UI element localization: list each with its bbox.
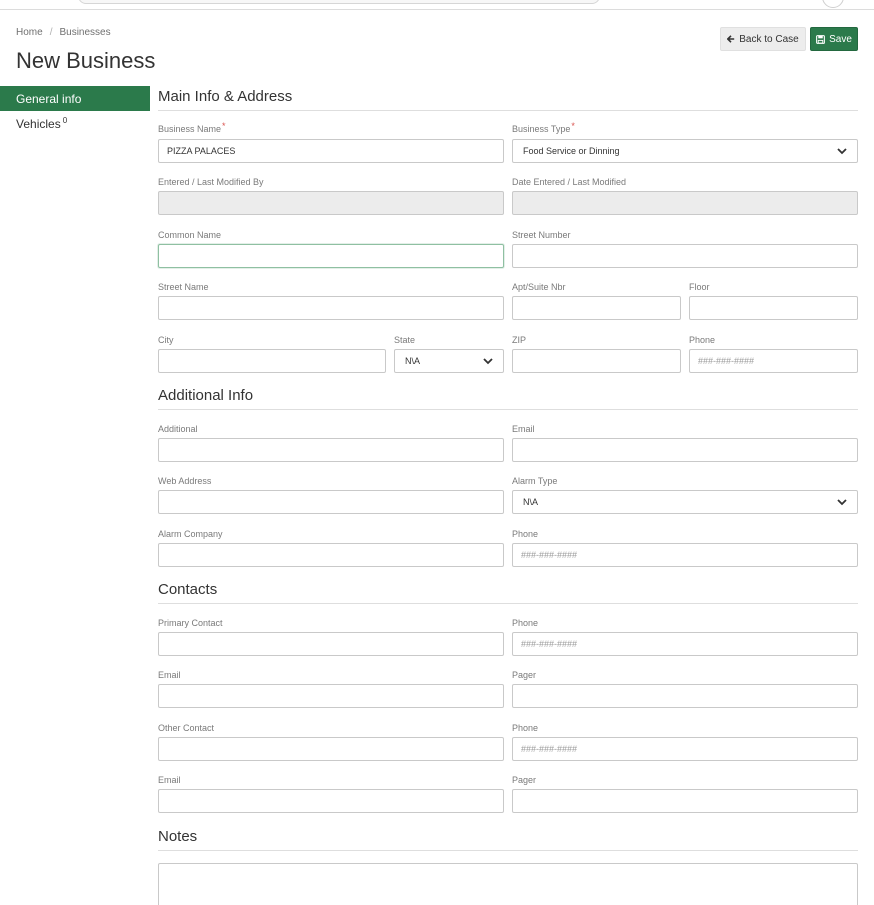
other-phone-label: Phone	[512, 723, 539, 733]
other-email-label: Email	[158, 775, 181, 785]
floor-input[interactable]	[689, 296, 858, 320]
other-pager-input[interactable]	[512, 789, 858, 813]
section-main-info: Main Info & Address	[158, 88, 858, 111]
phone-label: Phone	[689, 335, 716, 345]
street-number-label: Street Number	[512, 230, 571, 240]
zip-label: ZIP	[512, 335, 527, 345]
alarm-type-label: Alarm Type	[512, 476, 558, 486]
arrow-left-icon	[727, 35, 735, 43]
state-label: State	[394, 335, 416, 345]
back-to-case-button[interactable]: Back to Case	[720, 27, 806, 51]
date-entered-field	[512, 191, 858, 215]
primary-email-input[interactable]	[158, 684, 504, 708]
other-phone-input[interactable]: ###-###-####	[512, 737, 858, 761]
primary-contact-label: Primary Contact	[158, 618, 223, 628]
breadcrumb: Home / Businesses	[16, 27, 111, 38]
breadcrumb-separator: /	[49, 27, 53, 38]
additional-input[interactable]	[158, 438, 504, 462]
other-contact-input[interactable]	[158, 737, 504, 761]
primary-contact-input[interactable]	[158, 632, 504, 656]
additional-label: Additional	[158, 424, 198, 434]
phone-input[interactable]: ###-###-####	[689, 349, 858, 373]
alarm-type-select[interactable]: N\A	[512, 490, 858, 514]
primary-pager-label: Pager	[512, 670, 537, 680]
web-address-label: Web Address	[158, 476, 212, 486]
nav-item-general-info[interactable]: General info	[0, 86, 150, 111]
chevron-down-icon	[483, 357, 493, 365]
notes-textarea[interactable]	[158, 863, 858, 905]
alarm-company-input[interactable]	[158, 543, 504, 567]
primary-pager-input[interactable]	[512, 684, 858, 708]
nav-item-label: Vehicles	[16, 116, 61, 131]
side-nav: General info Vehicles 0	[0, 86, 150, 136]
city-input[interactable]	[158, 349, 386, 373]
page-title: New Business	[16, 48, 156, 73]
breadcrumb-home-link[interactable]: Home	[16, 27, 43, 38]
street-number-input[interactable]	[512, 244, 858, 268]
business-name-label: Business Name*	[158, 121, 226, 134]
chevron-down-icon	[837, 147, 847, 155]
street-name-input[interactable]	[158, 296, 504, 320]
save-button[interactable]: Save	[810, 27, 858, 51]
email-input[interactable]	[512, 438, 858, 462]
back-to-case-label: Back to Case	[739, 33, 799, 45]
top-bar	[0, 0, 874, 10]
nav-item-vehicles[interactable]: Vehicles 0	[0, 111, 150, 136]
state-select[interactable]: N\A	[394, 349, 504, 373]
apt-suite-label: Apt/Suite Nbr	[512, 282, 566, 292]
apt-suite-input[interactable]	[512, 296, 681, 320]
global-search-input[interactable]	[78, 0, 600, 4]
entered-by-field	[158, 191, 504, 215]
business-type-label: Business Type*	[512, 121, 575, 134]
primary-phone-input[interactable]: ###-###-####	[512, 632, 858, 656]
vehicles-count-badge: 0	[62, 116, 68, 125]
alarm-company-label: Alarm Company	[158, 529, 223, 539]
primary-phone-label: Phone	[512, 618, 539, 628]
section-notes: Notes	[158, 828, 858, 851]
required-marker: *	[571, 121, 575, 131]
other-contact-label: Other Contact	[158, 723, 215, 733]
chevron-down-icon	[837, 498, 847, 506]
alarm-phone-label: Phone	[512, 529, 539, 539]
business-name-input[interactable]: PIZZA PALACES	[158, 139, 504, 163]
entered-by-label: Entered / Last Modified By	[158, 177, 264, 187]
section-additional-info: Additional Info	[158, 387, 858, 410]
zip-input[interactable]	[512, 349, 681, 373]
web-address-input[interactable]	[158, 490, 504, 514]
other-pager-label: Pager	[512, 775, 537, 785]
common-name-label: Common Name	[158, 230, 222, 240]
email-label: Email	[512, 424, 535, 434]
breadcrumb-businesses-link[interactable]: Businesses	[59, 27, 110, 38]
floppy-disk-icon	[816, 34, 826, 44]
user-avatar[interactable]	[822, 0, 844, 8]
section-contacts: Contacts	[158, 581, 858, 604]
street-name-label: Street Name	[158, 282, 209, 292]
alarm-phone-input[interactable]: ###-###-####	[512, 543, 858, 567]
business-type-select[interactable]: Food Service or Dinning	[512, 139, 858, 163]
save-label: Save	[829, 33, 852, 45]
floor-label: Floor	[689, 282, 710, 292]
required-marker: *	[222, 121, 226, 131]
primary-email-label: Email	[158, 670, 181, 680]
city-label: City	[158, 335, 174, 345]
date-entered-label: Date Entered / Last Modified	[512, 177, 627, 187]
other-email-input[interactable]	[158, 789, 504, 813]
common-name-input[interactable]	[158, 244, 504, 268]
nav-item-label: General info	[16, 91, 82, 106]
